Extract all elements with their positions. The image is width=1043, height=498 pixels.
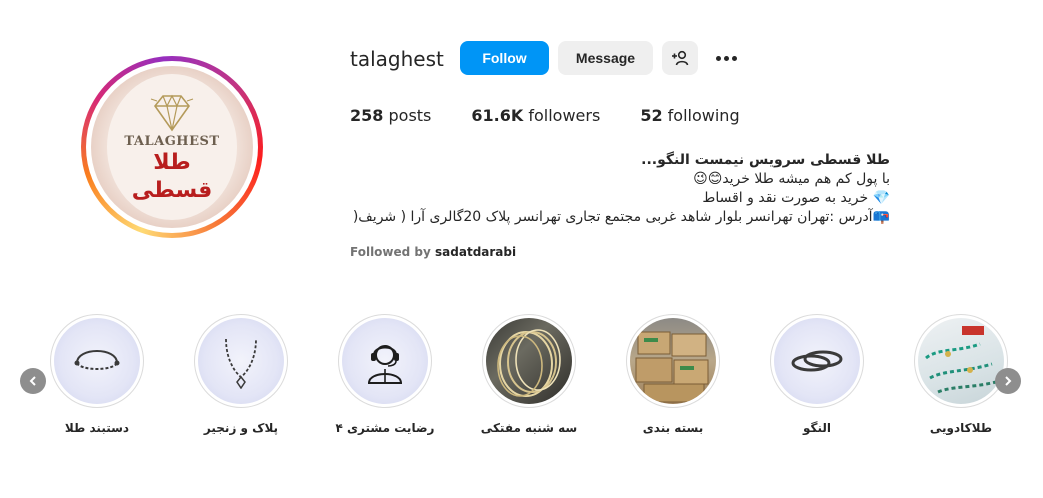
bangle-icon (791, 350, 843, 372)
followers-link[interactable]: 61.6K followers (471, 106, 600, 125)
profile-bio: طلا قسطی سرویس نیمست النگو... با پول کم … (350, 151, 910, 227)
gift-bracelets-photo (918, 318, 1004, 404)
logo-text-fa-1: طلا (153, 150, 191, 175)
chevron-left-icon (29, 376, 36, 386)
profile-avatar[interactable]: TALAGHEST طلا قسطی (81, 56, 263, 238)
highlight-item[interactable]: النگو (762, 314, 872, 435)
avatar-image: TALAGHEST طلا قسطی (91, 66, 253, 228)
highlight-item[interactable]: بسته بندی (618, 314, 728, 435)
suggest-users-button[interactable] (662, 41, 698, 75)
highlight-item[interactable]: رضایت مشتری ۴ (330, 314, 440, 435)
highlight-item[interactable]: پلاک و زنجیر (186, 314, 296, 435)
bio-title: طلا قسطی سرویس نیمست النگو... (641, 152, 890, 168)
bracelet-icon (74, 350, 120, 370)
chevron-right-icon (1005, 376, 1012, 386)
followed-by[interactable]: Followed by sadatdarabi (350, 245, 516, 259)
follow-button[interactable]: Follow (460, 41, 549, 75)
necklace-icon (225, 338, 257, 389)
message-button[interactable]: Message (558, 41, 653, 75)
more-options-icon[interactable] (711, 48, 741, 68)
logo-text-fa-2: قسطی (131, 178, 213, 203)
add-person-icon (672, 50, 689, 66)
bio-address: 📪آدرس :تهران تهرانسر بلوار شاهد غربی مجت… (352, 209, 890, 225)
highlights-next-button[interactable] (995, 368, 1021, 394)
posts-count: 258 posts (350, 106, 432, 125)
bio-line-2: 💎 خرید به صورت نقد و اقساط (702, 190, 890, 206)
followed-by-name: sadatdarabi (435, 245, 517, 259)
highlight-item[interactable]: سه شنبه مفتکی (474, 314, 584, 435)
bio-line-1: با پول کم هم میشه طلا خرید😊😉 (693, 171, 890, 187)
logo-text-latin: TALAGHEST (124, 134, 220, 149)
profile-stats: 258 posts 61.6K followers 52 following (350, 106, 780, 125)
diamond-logo-icon (150, 94, 194, 132)
profile-username: talaghest (350, 47, 444, 71)
bangles-photo (486, 318, 572, 404)
highlight-item[interactable]: دستبند طلا (42, 314, 152, 435)
following-link[interactable]: 52 following (640, 106, 739, 125)
support-agent-icon (367, 345, 403, 384)
boxes-photo (630, 318, 716, 404)
